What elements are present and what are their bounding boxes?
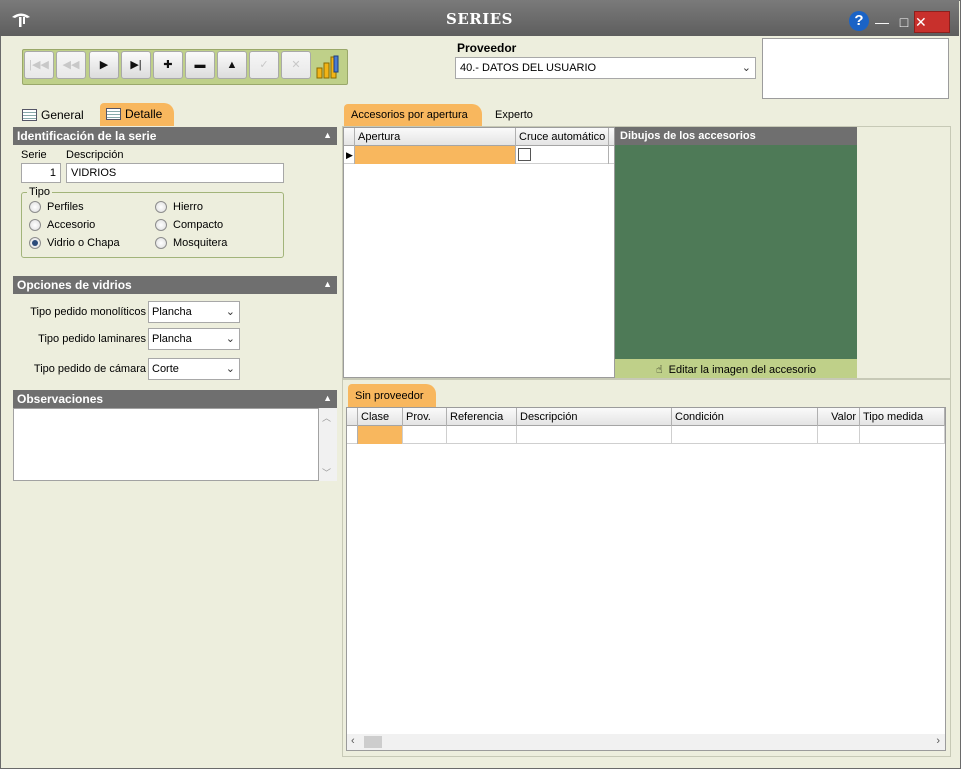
grid-cell[interactable]	[860, 426, 945, 444]
opcion-label: Tipo pedido laminares	[38, 333, 146, 345]
opcion-select[interactable]: Plancha ⌄	[148, 301, 240, 323]
up-button[interactable]: ▲	[217, 51, 247, 79]
tab-detalle[interactable]: Detalle	[100, 103, 174, 126]
column-valor[interactable]: Valor	[818, 408, 860, 426]
chevron-down-icon: ⌄	[225, 363, 235, 375]
proveedor-grid[interactable]: Clase Prov. Referencia Descripción Condición…	[346, 407, 946, 751]
scroll-left-icon[interactable]: ‹	[351, 735, 355, 747]
first-button[interactable]: |◀◀	[24, 51, 54, 79]
delete-button[interactable]: ▬	[185, 51, 215, 79]
help-button[interactable]: ?	[849, 11, 869, 31]
confirm-button[interactable]: ✓	[249, 51, 279, 79]
cruce-cell	[516, 146, 609, 164]
table-row[interactable]: ▶	[344, 146, 614, 164]
chevron-down-icon: ⌄	[225, 306, 235, 318]
column-clase[interactable]: Clase	[358, 408, 403, 426]
grid-cell[interactable]	[818, 426, 860, 444]
opcion-label: Tipo pedido monolíticos	[30, 306, 146, 318]
grid-cell[interactable]	[447, 426, 517, 444]
chevron-down-icon: ⌄	[741, 62, 751, 74]
opcion-select[interactable]: Corte ⌄	[148, 358, 240, 380]
radio-icon	[155, 237, 167, 249]
collapse-icon[interactable]: ▲	[323, 130, 332, 140]
report-chart-icon[interactable]	[316, 54, 340, 80]
table-row[interactable]	[347, 426, 945, 444]
radio-compacto[interactable]: Compacto	[155, 219, 223, 233]
column-prov[interactable]: Prov.	[403, 408, 447, 426]
column-cruce-automatico[interactable]: Cruce automático	[516, 128, 609, 146]
grid-cell[interactable]	[403, 426, 447, 444]
scroll-right-icon[interactable]: ›	[936, 735, 940, 747]
radio-icon	[155, 219, 167, 231]
add-button[interactable]: ✚	[153, 51, 183, 79]
grid-cell[interactable]	[358, 426, 403, 444]
radio-mosquitera[interactable]: Mosquitera	[155, 237, 227, 251]
scroll-up-icon[interactable]: ︿	[322, 411, 331, 424]
tab-accesorios-por-apertura[interactable]: Accesorios por apertura	[344, 104, 482, 127]
grid-cell[interactable]	[517, 426, 672, 444]
proveedor-label: Proveedor	[457, 41, 517, 55]
radio-hierro[interactable]: Hierro	[155, 201, 203, 215]
minimize-button[interactable]: —	[872, 12, 892, 32]
ident-section-header[interactable]: Identificación de la serie ▲	[13, 127, 337, 145]
serie-field[interactable]: 1	[21, 163, 61, 183]
radio-icon	[29, 201, 41, 213]
column-descripción[interactable]: Descripción	[517, 408, 672, 426]
list-icon	[22, 109, 37, 121]
cruce-checkbox[interactable]	[518, 148, 531, 161]
observaciones-section-header[interactable]: Observaciones ▲	[13, 390, 337, 408]
proveedor-value: 40.- DATOS DEL USUARIO	[460, 62, 597, 74]
radio-vidrio-o-chapa[interactable]: Vidrio o Chapa	[29, 237, 120, 251]
collapse-icon[interactable]: ▲	[323, 279, 332, 289]
descripcion-field[interactable]: VIDRIOS	[66, 163, 284, 183]
collapse-icon[interactable]: ▲	[323, 393, 332, 403]
radio-icon	[29, 219, 41, 231]
column-referencia[interactable]: Referencia	[447, 408, 517, 426]
detail-icon	[106, 108, 121, 120]
tab-general[interactable]: General	[16, 104, 96, 126]
window-title: SERIES	[445, 10, 513, 28]
scroll-thumb[interactable]	[364, 736, 382, 748]
column-tipo-medida[interactable]: Tipo medida	[860, 408, 945, 426]
opcion-label: Tipo pedido de cámara	[33, 363, 146, 375]
apertura-grid-header: Apertura Cruce automático	[344, 128, 614, 146]
column-condición[interactable]: Condición	[672, 408, 818, 426]
dibujos-header: Dibujos de los accesorios	[615, 127, 857, 145]
edit-image-button[interactable]: ☝ Editar la imagen del accesorio	[615, 359, 857, 378]
maximize-button[interactable]: □	[894, 12, 914, 32]
observaciones-scrollbar[interactable]: ︿ ﹀	[319, 408, 337, 481]
opciones-section-header[interactable]: Opciones de vidrios ▲	[13, 276, 337, 294]
column-apertura[interactable]: Apertura	[355, 128, 516, 146]
proveedor-info-box	[762, 38, 949, 99]
accesorio-image-area	[615, 145, 857, 359]
last-button[interactable]: ▶|	[121, 51, 151, 79]
close-button[interactable]: ✕	[914, 11, 950, 33]
radio-accesorio[interactable]: Accesorio	[29, 219, 95, 233]
chevron-down-icon: ⌄	[225, 333, 235, 345]
proveedor-select[interactable]: 40.- DATOS DEL USUARIO ⌄	[455, 57, 756, 79]
radio-icon	[29, 237, 41, 249]
radio-icon	[155, 201, 167, 213]
opcion-select[interactable]: Plancha ⌄	[148, 328, 240, 350]
tab-sin-proveedor[interactable]: Sin proveedor	[348, 384, 436, 407]
proveedor-horizontal-scrollbar[interactable]: ‹ ›	[347, 734, 945, 750]
serie-label: Serie	[21, 149, 47, 161]
prev-button[interactable]: ◀◀	[56, 51, 86, 79]
cancel-button[interactable]: ✕	[281, 51, 311, 79]
tab-experto[interactable]: Experto	[495, 109, 533, 121]
tipo-label: Tipo	[27, 186, 52, 198]
apertura-cell[interactable]	[355, 146, 516, 164]
apertura-grid[interactable]: Apertura Cruce automático ▶	[343, 127, 615, 378]
descripcion-label: Descripción	[66, 149, 124, 161]
next-button[interactable]: ▶	[89, 51, 119, 79]
radio-perfiles[interactable]: Perfiles	[29, 201, 84, 215]
scroll-down-icon[interactable]: ﹀	[322, 466, 331, 479]
cursor-click-icon: ☝	[655, 364, 663, 376]
grid-cell[interactable]	[672, 426, 818, 444]
row-pointer-icon: ▶	[344, 146, 355, 164]
proveedor-grid-header: Clase Prov. Referencia Descripción Condición…	[347, 408, 945, 426]
observaciones-textarea[interactable]	[13, 408, 319, 481]
